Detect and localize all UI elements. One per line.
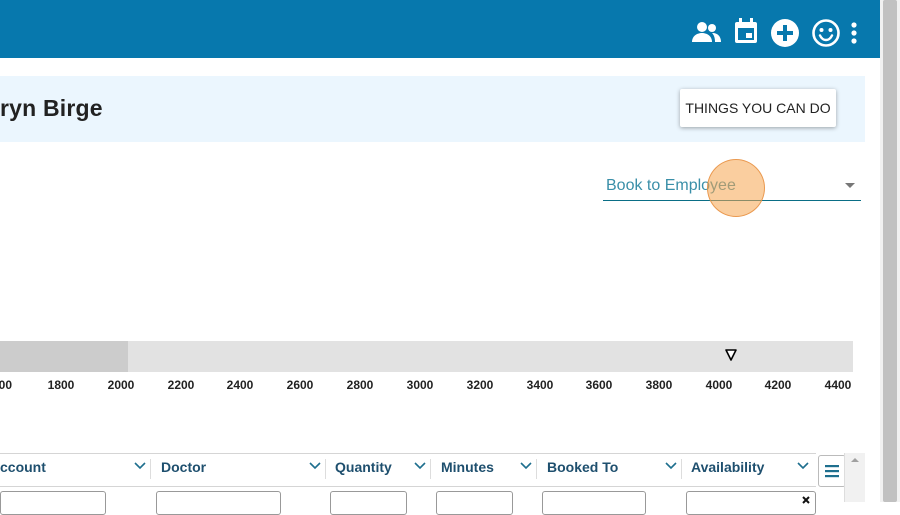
timeline-tick: 2400 [226, 378, 254, 392]
filter-select-availability[interactable] [686, 491, 816, 515]
close-icon[interactable] [801, 495, 811, 505]
chevron-down-icon[interactable] [309, 462, 321, 470]
timeline-tick: 4000 [705, 378, 733, 392]
column-header-minutes[interactable]: Minutes [441, 459, 494, 475]
column-divider [325, 459, 326, 479]
timeline-tick: 3400 [526, 378, 554, 392]
add-circle-icon[interactable] [770, 18, 800, 48]
page-title: ryn Birge [0, 95, 103, 121]
timeline-tick: 2000 [107, 378, 135, 392]
timeline-tick: 3200 [466, 378, 494, 392]
timeline-tick: 4400 [824, 378, 852, 392]
column-divider [430, 459, 431, 479]
click-indicator [707, 159, 765, 217]
column-divider [150, 459, 151, 479]
column-menu-button[interactable] [818, 455, 846, 487]
top-app-bar [0, 0, 880, 58]
column-header-account[interactable]: ccount [0, 459, 46, 475]
timeline-tick: 3600 [585, 378, 613, 392]
filter-input-booked-to[interactable] [542, 491, 646, 515]
more-vert-icon[interactable] [849, 21, 859, 45]
timeline-tick: 2800 [346, 378, 374, 392]
things-you-can-do-button[interactable]: THINGS YOU CAN DO [680, 89, 836, 127]
column-header-availability[interactable]: Availability [691, 459, 764, 475]
timeline-progress [0, 341, 128, 372]
dropdown-arrow-icon [845, 183, 855, 188]
column-divider [681, 459, 682, 479]
timeline-tick: 2600 [286, 378, 314, 392]
scrollbar-thumb[interactable] [883, 0, 897, 502]
timeline-tick: 3800 [645, 378, 673, 392]
timeline-tick: 2200 [167, 378, 195, 392]
menu-icon [825, 465, 839, 478]
timeline-tick: 3000 [406, 378, 434, 392]
column-header-quantity[interactable]: Quantity [335, 459, 392, 475]
column-divider [536, 459, 537, 479]
people-icon[interactable] [691, 20, 721, 44]
filter-input-doctor[interactable] [156, 491, 281, 515]
column-header-booked-to[interactable]: Booked To [547, 459, 618, 475]
chevron-down-icon[interactable] [134, 462, 146, 470]
timeline-tick: 1800 [47, 378, 75, 392]
timeline-tick: 600 [0, 378, 13, 392]
grid-scrollbar[interactable] [844, 453, 865, 502]
column-header-doctor[interactable]: Doctor [161, 459, 206, 475]
chevron-down-icon[interactable] [797, 462, 809, 470]
chevron-down-icon[interactable] [665, 462, 677, 470]
timeline-tick: 4200 [764, 378, 792, 392]
filter-input-quantity[interactable] [330, 491, 407, 515]
chevron-down-icon[interactable] [414, 462, 426, 470]
filter-input-account[interactable] [0, 491, 106, 515]
scroll-up-arrow-icon[interactable] [845, 453, 865, 467]
smiley-icon[interactable] [811, 18, 841, 48]
chevron-down-icon[interactable] [520, 462, 532, 470]
timeline-marker-icon[interactable] [724, 348, 738, 362]
filter-input-minutes[interactable] [436, 491, 513, 515]
calendar-icon[interactable] [733, 17, 759, 45]
